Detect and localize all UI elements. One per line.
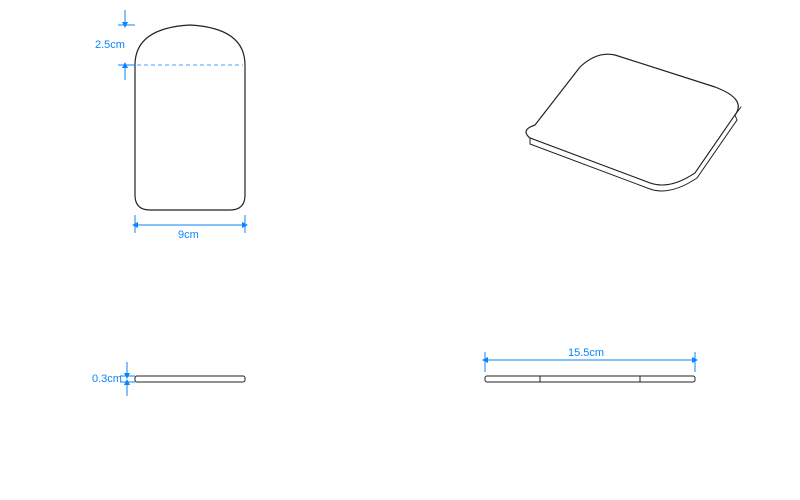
technical-drawing: 2.5cm 9cm 0.3cm (0, 0, 800, 500)
dim-length: 15.5cm (485, 347, 695, 372)
dim-top-radius-label: 2.5cm (95, 39, 125, 51)
dim-length-label: 15.5cm (568, 347, 604, 359)
length-edge-view: 15.5cm (485, 347, 695, 382)
side-edge-view: 0.3cm (92, 362, 245, 396)
dim-thickness: 0.3cm (92, 362, 135, 396)
dim-width-label: 9cm (178, 229, 199, 241)
dim-thickness-label: 0.3cm (92, 373, 122, 385)
dim-width: 9cm (135, 215, 245, 241)
isometric-view (526, 54, 741, 191)
front-view: 2.5cm 9cm (95, 10, 245, 241)
dim-top-radius: 2.5cm (95, 10, 135, 80)
